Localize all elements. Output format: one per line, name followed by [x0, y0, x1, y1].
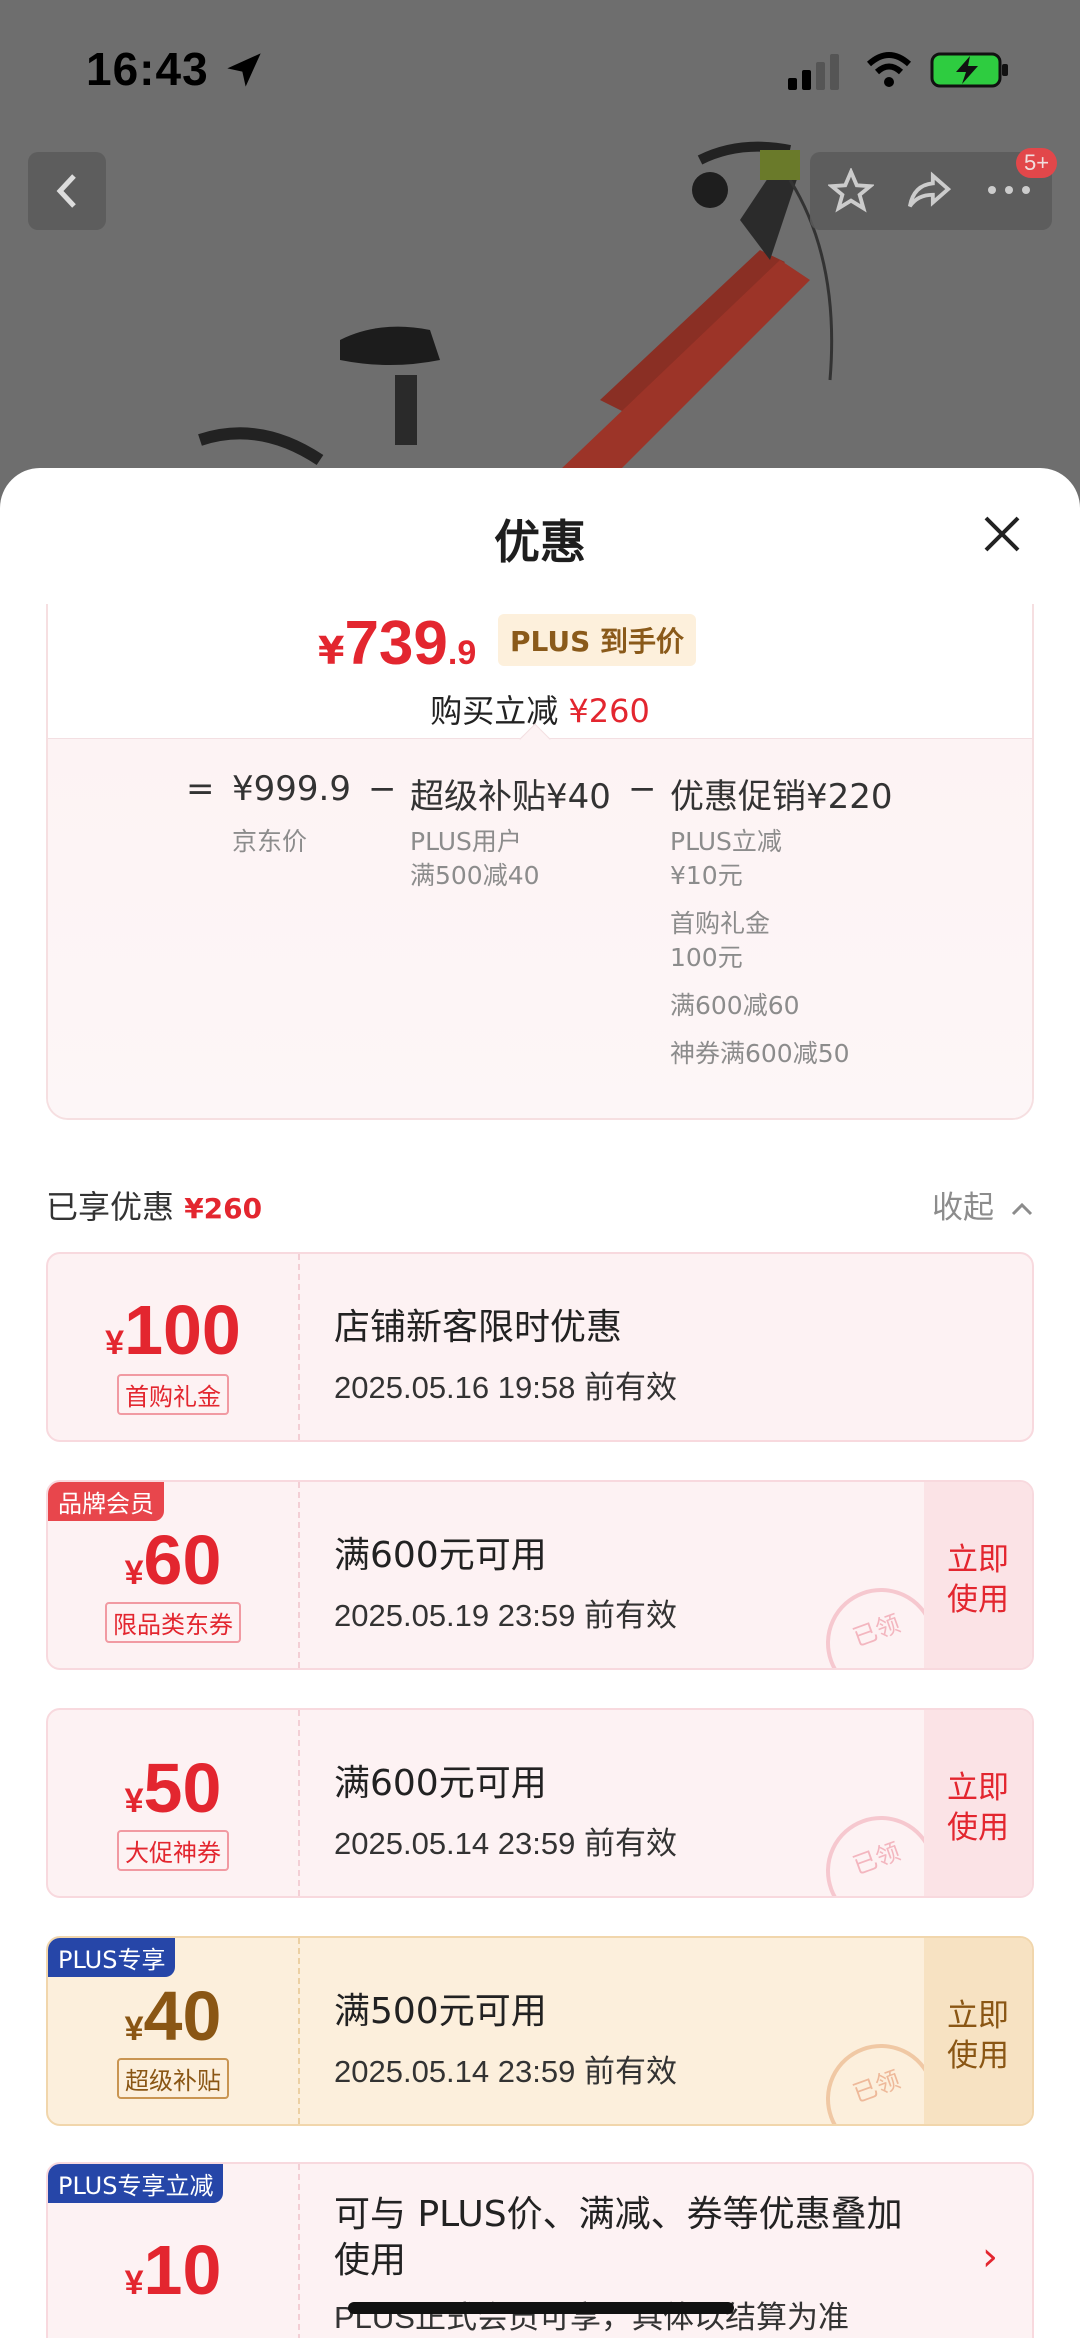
- use-now-button[interactable]: 立即使用: [924, 1710, 1032, 1896]
- close-icon[interactable]: [982, 514, 1022, 554]
- location-arrow-icon: [227, 53, 261, 87]
- coupon-card[interactable]: ¥100 首购礼金 店铺新客限时优惠 2025.05.16 19:58 前有效: [46, 1252, 1034, 1442]
- coupon-expiry: 2025.05.19 23:59 前有效: [334, 1598, 677, 1633]
- subsidy-line: PLUS用户: [410, 827, 522, 856]
- collapse-button[interactable]: 收起: [932, 1182, 1034, 1227]
- promo-line: 100元: [670, 943, 743, 972]
- coupon-card[interactable]: ¥60 限品类东券 品牌会员 满600元可用 2025.05.19 23:59 …: [46, 1480, 1034, 1670]
- product-page-background: 16:43 5+: [0, 0, 1080, 520]
- promo-line: 首购礼金: [670, 909, 771, 938]
- use-now-button[interactable]: 立即使用: [924, 1482, 1032, 1668]
- plus-exclusive-ribbon: PLUS专享: [48, 1938, 176, 1977]
- coupon-title: 店铺新客限时优惠: [334, 1307, 623, 1348]
- chevron-left-icon: [56, 174, 76, 208]
- minus-sign: −: [628, 769, 657, 809]
- use-now-label: 立即使用: [947, 1998, 1009, 2074]
- coupon-number: 10: [143, 2231, 222, 2309]
- sheet-title: 优惠: [494, 515, 586, 569]
- more-icon[interactable]: [986, 182, 1032, 198]
- coupon-amount: ¥60: [48, 1520, 298, 1600]
- coupon-expiry: 2025.05.14 23:59 前有效: [334, 2054, 677, 2089]
- price-decimal: .9: [447, 634, 477, 672]
- share-icon[interactable]: [906, 168, 952, 214]
- coupon-amount: ¥50: [48, 1748, 298, 1828]
- base-price-label: 京东价: [232, 827, 308, 856]
- promo-line: ¥10元: [670, 861, 743, 890]
- price-integer: 739: [344, 609, 448, 678]
- minus-sign: −: [368, 769, 397, 809]
- subsidy-detail: PLUS用户 满500减40: [410, 825, 540, 893]
- status-bar: 16:43: [0, 0, 1080, 140]
- coupon-number: 60: [143, 1521, 222, 1599]
- home-indicator[interactable]: [348, 2302, 734, 2314]
- coupon-title: 满600元可用: [334, 1535, 547, 1576]
- super-subsidy: 超级补贴¥40: [410, 777, 611, 817]
- promo-detail: PLUS立减 ¥10元 首购礼金 100元 满600减60 神券满600减50: [670, 825, 850, 1071]
- coupon-title: 满500元可用: [334, 1991, 547, 2032]
- brand-member-ribbon: 品牌会员: [48, 1482, 164, 1521]
- equals-sign: =: [186, 769, 215, 809]
- enjoyed-discount: 已享优惠 ¥260: [46, 1182, 262, 1228]
- reduction-amount: ¥260: [568, 692, 650, 730]
- coupon-currency: ¥: [124, 2010, 144, 2048]
- coupon-amount: ¥100: [48, 1290, 298, 1370]
- coupon-title: 可与 PLUS价、满减、券等优惠叠加 使用: [334, 2192, 903, 2284]
- promo-line: 神券满600减50: [670, 1039, 850, 1068]
- coupon-title: 满600元可用: [334, 1763, 547, 1804]
- enjoyed-label: 已享优惠: [46, 1188, 185, 1226]
- coupon-type-tag: 首购礼金: [117, 1374, 229, 1415]
- collapse-label: 收起: [932, 1190, 994, 1226]
- coupon-currency: ¥: [124, 2264, 144, 2302]
- coupon-number: 100: [124, 1291, 241, 1369]
- base-price: ¥999.9: [232, 769, 351, 809]
- coupon-card-plus[interactable]: ¥40 超级补贴 PLUS专享 满500元可用 2025.05.14 23:59…: [46, 1936, 1034, 2126]
- use-now-label: 立即使用: [947, 1542, 1009, 1618]
- coupon-currency: ¥: [124, 1554, 144, 1592]
- enjoyed-amount: ¥260: [184, 1192, 263, 1225]
- cellular-signal-icon: [788, 54, 839, 90]
- wifi-icon: [866, 52, 912, 87]
- coupon-amount: ¥10: [48, 2230, 298, 2310]
- chevron-right-icon[interactable]: ›: [982, 2234, 998, 2280]
- plus-price-tag: PLUS 到手价: [498, 614, 697, 666]
- coupon-type-tag: 超级补贴: [117, 2058, 229, 2099]
- subsidy-line: 满500减40: [410, 861, 540, 890]
- coupon-currency: ¥: [124, 1782, 144, 1820]
- discount-sheet: 优惠 ¥739.9 PLUS 到手价 购买立减 ¥260 = ¥999.9 − …: [0, 468, 1080, 2338]
- coupon-currency: ¥: [105, 1324, 125, 1362]
- battery-charging-icon: [930, 52, 1008, 88]
- coupon-title-line: 使用: [334, 2240, 407, 2281]
- coupon-type-tag: 限品类东券: [105, 1602, 241, 1643]
- chevron-up-icon: [1011, 1202, 1032, 1216]
- message-badge: 5+: [1016, 148, 1058, 178]
- reduction-label: 购买立减: [430, 692, 569, 730]
- promo-line: PLUS立减: [670, 827, 782, 856]
- promo-line: 满600减60: [670, 991, 800, 1020]
- coupon-amount: ¥40: [48, 1976, 298, 2056]
- price-summary-top: ¥739.9 PLUS 到手价 购买立减 ¥260: [48, 604, 1032, 738]
- use-now-button[interactable]: 立即使用: [924, 1938, 1032, 2124]
- coupon-card[interactable]: ¥50 大促神券 满600元可用 2025.05.14 23:59 前有效 已领…: [46, 1708, 1034, 1898]
- price-breakdown: = ¥999.9 − 超级补贴¥40 − 优惠促销¥220 京东价 PLUS用户…: [48, 738, 1032, 1118]
- star-icon[interactable]: [828, 168, 874, 214]
- use-now-label: 立即使用: [947, 1770, 1009, 1846]
- coupon-note: PLUS正式会员可享，具体以结算为准: [334, 2300, 849, 2335]
- coupon-type-tag: 大促神券: [117, 1830, 229, 1871]
- coupon-value: ¥50 大促神券: [48, 1710, 300, 1896]
- coupon-value: ¥100 首购礼金: [48, 1254, 300, 1440]
- coupon-number: 40: [143, 1977, 222, 2055]
- back-button[interactable]: [28, 152, 106, 230]
- final-price: ¥739.9: [318, 608, 476, 679]
- coupon-title-line: 可与 PLUS价、满减、券等优惠叠加: [334, 2194, 903, 2235]
- plus-reduction-ribbon: PLUS专享立减: [48, 2164, 224, 2203]
- promo-discount: 优惠促销¥220: [670, 777, 893, 817]
- coupon-expiry: 2025.05.14 23:59 前有效: [334, 1826, 677, 1861]
- coupon-expiry: 2025.05.16 19:58 前有效: [334, 1370, 677, 1405]
- price-summary-card: ¥739.9 PLUS 到手价 购买立减 ¥260 = ¥999.9 − 超级补…: [46, 604, 1034, 1120]
- price-currency: ¥: [318, 629, 345, 673]
- coupon-number: 50: [143, 1749, 222, 1827]
- purchase-reduction: 购买立减 ¥260: [48, 686, 1032, 732]
- status-time: 16:43: [86, 43, 209, 95]
